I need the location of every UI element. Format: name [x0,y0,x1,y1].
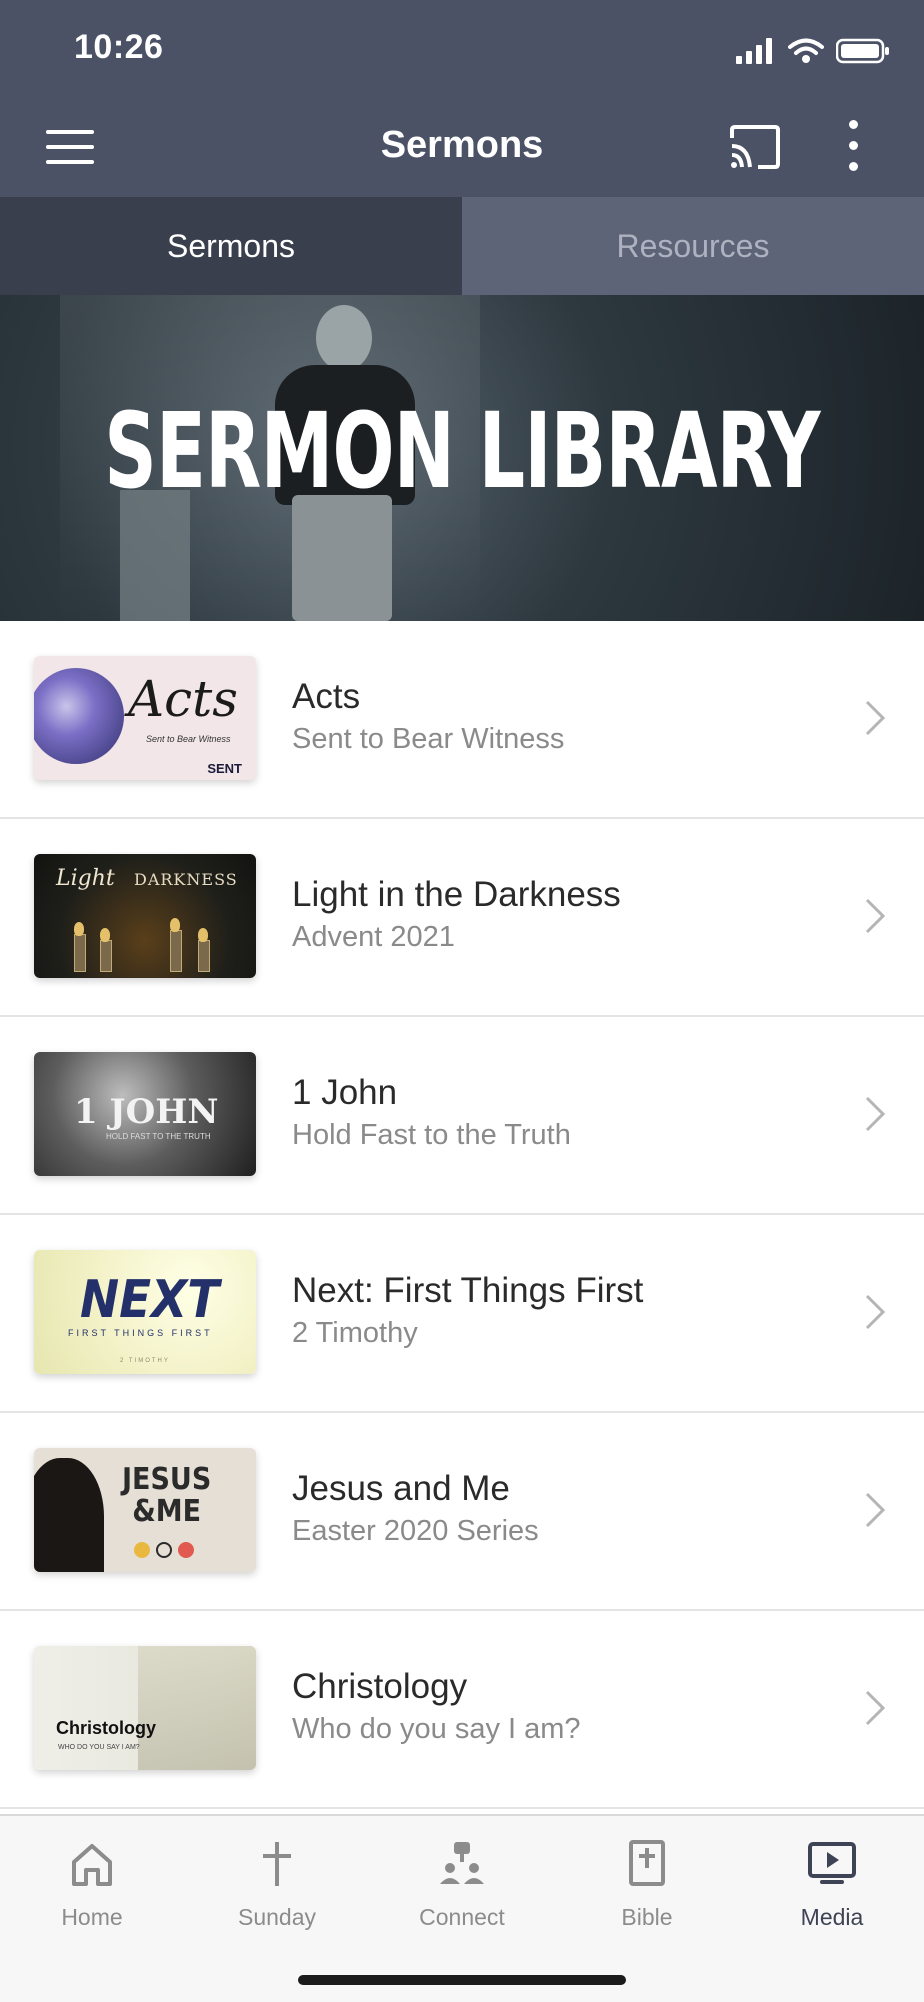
sermon-thumbnail: 1 JOHN HOLD FAST TO THE TRUTH [34,1052,256,1176]
sermon-list: Acts Sent to Bear Witness SENT Acts Sent… [0,621,924,1809]
chevron-right-icon [865,898,886,934]
sermon-row-christology[interactable]: Christology WHO DO YOU SAY I AM? Christo… [0,1611,924,1809]
battery-icon [836,38,889,64]
more-options-button[interactable] [840,120,866,172]
sermon-thumbnail: NEXT FIRST THINGS FIRST 2 TIMOTHY [34,1250,256,1374]
hero-title: SERMON LIBRARY [104,390,820,512]
home-indicator[interactable] [298,1975,626,1985]
sermon-subtitle: Hold Fast to the Truth [292,1119,571,1151]
sermon-title: Light in the Darkness [292,875,621,914]
status-icons [736,36,890,66]
chevron-right-icon [865,1690,886,1726]
nav-bible[interactable]: Bible [577,1838,717,1948]
people-icon [440,1842,484,1884]
chevron-right-icon [865,1492,886,1528]
tab-sermons[interactable]: Sermons [0,197,462,295]
sermon-subtitle: Sent to Bear Witness [292,723,565,755]
sermon-subtitle: 2 Timothy [292,1317,418,1349]
chevron-right-icon [865,700,886,736]
cast-icon[interactable] [728,124,782,170]
chevron-right-icon [865,1294,886,1330]
earth-image [34,668,124,764]
sermon-title: Christology [292,1667,468,1706]
cross-icon [263,1842,291,1886]
painting-image [138,1646,256,1770]
sermon-thumbnail: Christology WHO DO YOU SAY I AM? [34,1646,256,1770]
sermon-title: Jesus and Me [292,1469,510,1508]
sermon-thumbnail: Light DARKNESS [34,854,256,978]
sermon-subtitle: Easter 2020 Series [292,1515,539,1547]
bottom-navigation: Home Sunday Connect Bible Media [0,1814,924,2002]
speaker-figure [316,305,372,371]
cellular-signal-icon [736,38,772,64]
sermon-thumbnail: Acts Sent to Bear Witness SENT [34,656,256,780]
sermon-title: 1 John [292,1073,398,1112]
bible-icon [629,1840,665,1886]
status-time: 10:26 [74,28,164,66]
sermon-title: Next: First Things First [292,1271,644,1310]
sermon-thumbnail: JESUS &ME [34,1448,256,1572]
nav-connect[interactable]: Connect [392,1838,532,1948]
sermon-row-acts[interactable]: Acts Sent to Bear Witness SENT Acts Sent… [0,621,924,819]
sermon-row-next[interactable]: NEXT FIRST THINGS FIRST 2 TIMOTHY Next: … [0,1215,924,1413]
sermon-row-1-john[interactable]: 1 JOHN HOLD FAST TO THE TRUTH 1 John Hol… [0,1017,924,1215]
sermon-subtitle: Advent 2021 [292,921,455,953]
top-app-bar: 10:26 Sermons [0,0,924,197]
sermon-subtitle: Who do you say I am? [292,1713,581,1745]
sermon-row-jesus-and-me[interactable]: JESUS &ME Jesus and Me Easter 2020 Serie… [0,1413,924,1611]
tab-bar: Sermons Resources [0,197,924,295]
hero-banner: SERMON LIBRARY [0,295,924,621]
person-silhouette [34,1458,104,1572]
media-icon [808,1842,856,1884]
home-icon [72,1844,112,1886]
nav-sunday[interactable]: Sunday [207,1838,347,1948]
sermon-row-light-in-the-darkness[interactable]: Light DARKNESS Light in the Darkness Adv… [0,819,924,1017]
chevron-right-icon [865,1096,886,1132]
nav-home[interactable]: Home [22,1838,162,1948]
sermon-title: Acts [292,677,361,716]
wifi-icon [788,38,824,63]
nav-media[interactable]: Media [762,1838,902,1948]
page-title: Sermons [380,124,544,166]
tab-resources[interactable]: Resources [462,197,924,295]
